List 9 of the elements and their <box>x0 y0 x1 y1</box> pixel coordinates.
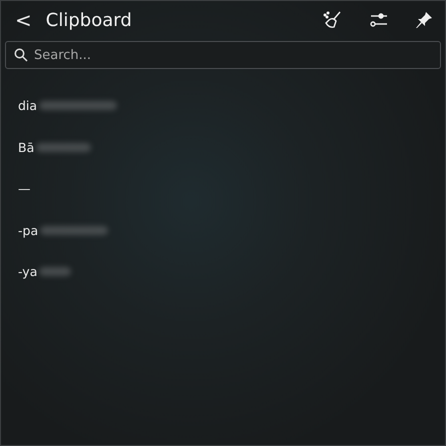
clipboard-entry[interactable]: -pa <box>18 222 38 238</box>
clipboard-entry[interactable]: dia <box>18 98 38 114</box>
search-field[interactable]: Search... <box>5 41 441 69</box>
back-button[interactable]: < <box>11 8 36 32</box>
clipboard-entry[interactable]: — <box>18 181 30 196</box>
clipboard-entry[interactable]: Bā <box>18 140 34 155</box>
window-title: Clipboard <box>46 10 133 30</box>
search-icon <box>14 48 28 62</box>
clipboard-entry[interactable]: -ya <box>18 264 38 280</box>
